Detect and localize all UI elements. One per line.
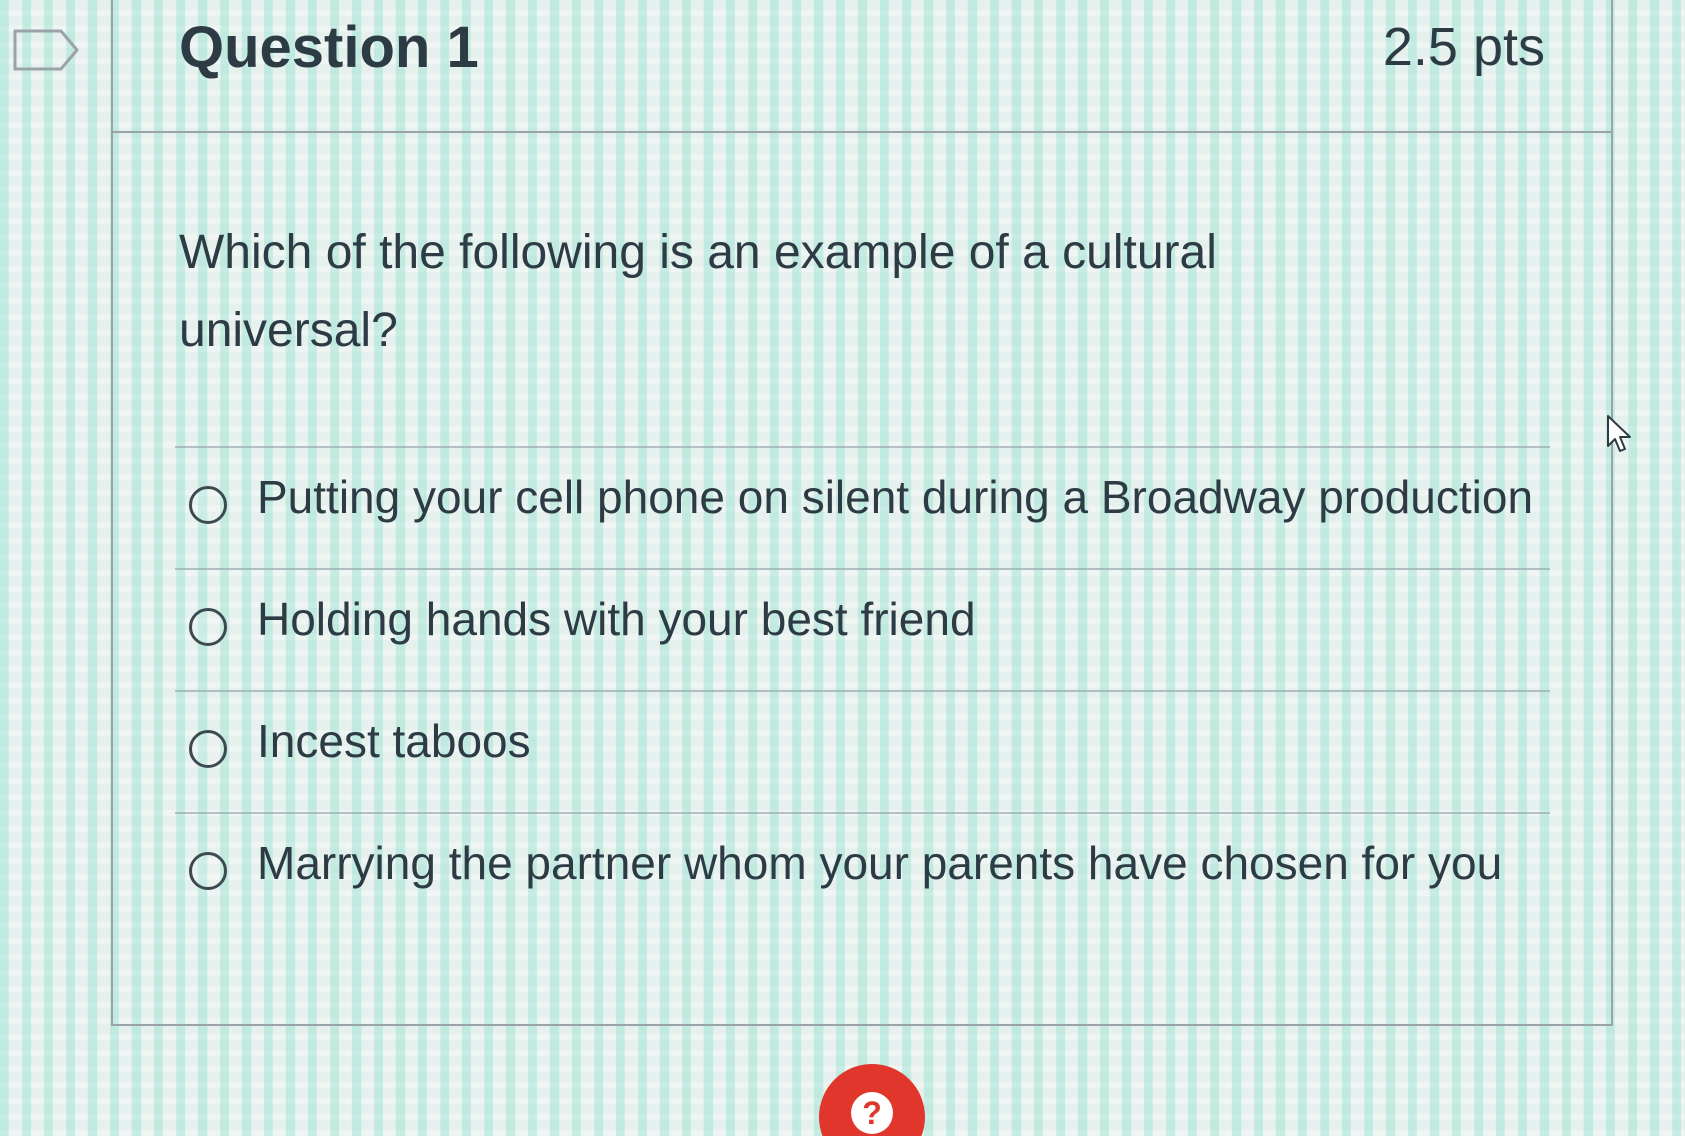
answer-list: Putting your cell phone on silent during… [175, 446, 1550, 934]
answer-option-1[interactable]: Putting your cell phone on silent during… [175, 446, 1550, 568]
answer-label[interactable]: Holding hands with your best friend [257, 592, 976, 646]
flag-question-icon[interactable] [13, 29, 79, 71]
answer-label[interactable]: Incest taboos [257, 714, 531, 768]
answer-option-4[interactable]: Marrying the partner whom your parents h… [175, 812, 1550, 934]
radio-button[interactable] [189, 852, 227, 890]
answer-option-2[interactable]: Holding hands with your best friend [175, 568, 1550, 690]
answer-label[interactable]: Marrying the partner whom your parents h… [257, 836, 1502, 890]
answer-label[interactable]: Putting your cell phone on silent during… [257, 470, 1533, 524]
mouse-pointer-icon [1607, 415, 1631, 452]
radio-button[interactable] [189, 730, 227, 768]
help-button[interactable]: ? [819, 1064, 925, 1136]
radio-button[interactable] [189, 608, 227, 646]
help-icon[interactable]: ? [851, 1092, 893, 1134]
question-title: Question 1 [179, 15, 479, 80]
radio-button[interactable] [189, 486, 227, 524]
question-header: Question 1 2.5 pts [113, 0, 1611, 133]
question-card: Question 1 2.5 pts Which of the followin… [111, 0, 1613, 1026]
question-points: 2.5 pts [1382, 17, 1545, 77]
answer-option-3[interactable]: Incest taboos [175, 690, 1550, 812]
question-text: Which of the following is an example of … [179, 226, 1217, 357]
